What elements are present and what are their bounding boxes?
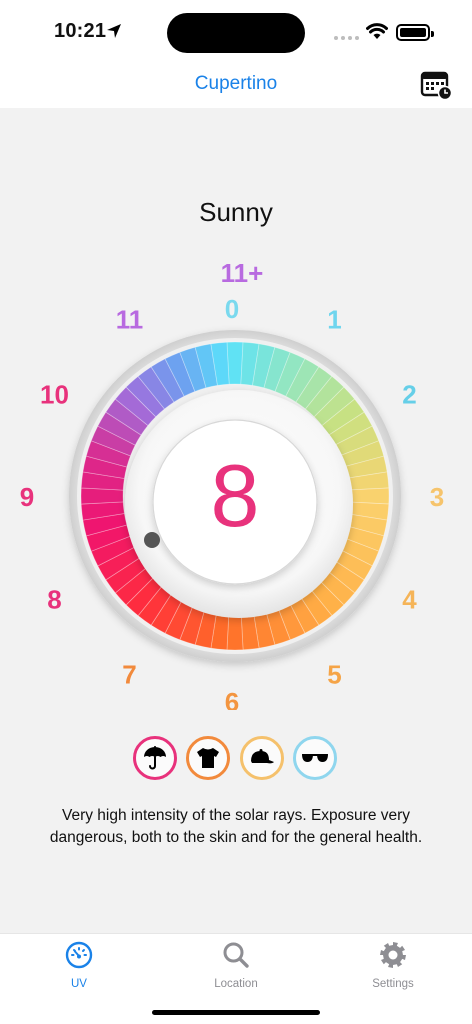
protection-advice (0, 736, 472, 780)
tshirt-advice[interactable] (186, 736, 230, 780)
scale-label: 11 (116, 304, 144, 334)
scale-label: 8 (47, 585, 61, 615)
scale-label: 5 (327, 660, 341, 690)
search-icon (223, 942, 249, 968)
scale-label: 10 (40, 380, 69, 410)
cellular-signal-icon (334, 36, 360, 40)
dial-center-disc (152, 419, 318, 585)
tab-settings[interactable]: Settings (338, 940, 448, 996)
gauge-icon (65, 941, 93, 969)
dial-knob-indicator[interactable] (144, 532, 160, 548)
tab-location-label: Location (214, 978, 258, 990)
location-arrow-icon (107, 24, 121, 38)
uv-index-dial[interactable]: 0 1 2 3 4 5 6 7 8 9 10 11 11+ (0, 250, 472, 710)
calendar-clock-icon[interactable] (420, 70, 454, 100)
ring-segment (346, 487, 390, 505)
tshirt-icon (197, 748, 219, 768)
scale-label: 3 (430, 482, 444, 512)
scale-label: 4 (402, 585, 417, 615)
tab-settings-label: Settings (372, 978, 414, 990)
tab-uv-label: UV (71, 978, 87, 990)
status-time: 10:21 (54, 20, 107, 42)
scale-label: 6 (225, 687, 239, 710)
status-bar: 10:21 (0, 0, 472, 62)
ring-segment (80, 487, 124, 505)
gear-icon (380, 942, 406, 968)
tab-location[interactable]: Location (181, 940, 291, 996)
wifi-icon (366, 23, 388, 39)
battery-icon (396, 24, 434, 41)
cap-icon (251, 749, 274, 764)
home-indicator (152, 1010, 320, 1015)
scale-label: 1 (327, 304, 341, 334)
scale-label: 11+ (221, 258, 264, 288)
dynamic-island (167, 13, 305, 53)
cap-advice[interactable] (240, 736, 284, 780)
scale-label: 7 (122, 660, 136, 690)
sunglasses-advice[interactable] (293, 736, 337, 780)
navigation-bar: Cupertino (0, 62, 472, 108)
umbrella-advice[interactable] (133, 736, 177, 780)
tab-uv[interactable]: UV (24, 940, 134, 996)
sunglasses-icon (302, 754, 328, 762)
scale-label: 2 (402, 380, 416, 410)
weather-condition: Sunny (199, 197, 273, 227)
ring-segment (226, 341, 244, 385)
uv-description: Very high intensity of the solar rays. E… (49, 807, 423, 846)
umbrella-icon (144, 746, 166, 770)
scale-label: 0 (225, 294, 239, 324)
location-title-button[interactable]: Cupertino (0, 73, 472, 95)
scale-label: 9 (20, 482, 34, 512)
